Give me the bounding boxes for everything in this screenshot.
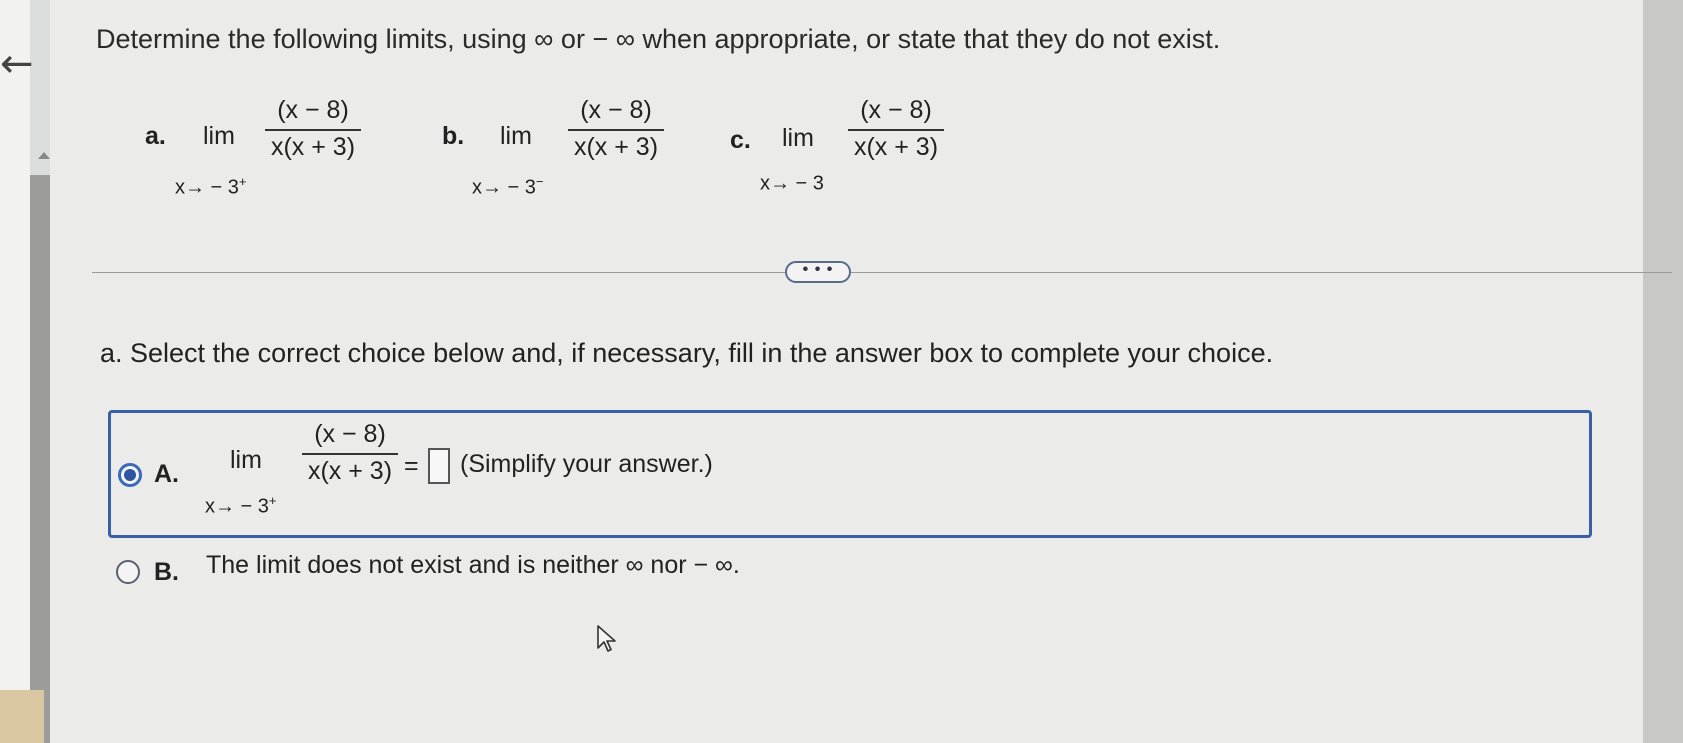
fraction: (x − 8) x(x + 3) — [568, 96, 664, 162]
denominator: x(x + 3) — [270, 133, 356, 161]
fraction: (x − 8) x(x + 3) — [265, 96, 361, 162]
lim-subscript: x→ − 3+ — [175, 174, 247, 199]
lim-word: lim — [500, 122, 532, 150]
numerator: (x − 8) — [580, 96, 652, 124]
section-divider — [92, 272, 1672, 273]
numerator: (x − 8) — [860, 96, 932, 124]
part-a-prompt: a. Select the correct choice below and, … — [100, 338, 1274, 368]
left-gutter — [0, 0, 30, 743]
denominator: x(x + 3) — [307, 457, 393, 485]
expand-more-button[interactable]: • • • — [785, 261, 851, 283]
fraction: (x − 8) x(x + 3) — [302, 420, 398, 486]
scrollbar-track[interactable] — [30, 175, 50, 743]
mouse-pointer-icon — [597, 625, 616, 652]
simplify-hint: (Simplify your answer.) — [460, 450, 713, 478]
lim-word: lim — [782, 124, 814, 152]
scroll-up-icon[interactable] — [38, 152, 50, 159]
lim-subscript: x→ − 3− — [472, 174, 544, 199]
problem-label: c. — [730, 126, 751, 154]
problem-c: c. lim x→ − 3 (x − 8) x(x + 3) — [730, 96, 970, 195]
denominator: x(x + 3) — [573, 133, 659, 161]
fraction: (x − 8) x(x + 3) — [848, 96, 944, 162]
question-instruction: Determine the following limits, using ∞ … — [96, 24, 1221, 54]
choice-b-letter: B. — [154, 558, 179, 586]
question-panel: Determine the following limits, using ∞ … — [50, 0, 1672, 743]
lim-word: lim — [230, 446, 262, 474]
problem-label: b. — [442, 122, 465, 150]
problem-label: a. — [145, 122, 166, 150]
choice-b-text: The limit does not exist and is neither … — [206, 551, 740, 579]
lim-subscript: x→ − 3 — [760, 172, 824, 195]
scrollbar-bottom-strip — [0, 690, 44, 743]
answer-input-box[interactable] — [428, 448, 450, 484]
choice-a-letter: A. — [154, 460, 179, 488]
lim-subscript: x→ − 3+ — [205, 493, 277, 518]
numerator: (x − 8) — [314, 420, 386, 448]
back-arrow-icon[interactable]: ← — [0, 44, 40, 84]
numerator: (x − 8) — [277, 96, 349, 124]
choice-a-radio[interactable] — [118, 463, 142, 487]
lim-word: lim — [203, 122, 235, 150]
equals-sign: = — [404, 452, 419, 480]
right-edge — [1643, 0, 1683, 743]
problem-a: a. lim x→ − 3+ (x − 8) x(x + 3) — [145, 96, 385, 199]
problem-b: b. lim x→ − 3− (x − 8) x(x + 3) — [442, 96, 682, 199]
denominator: x(x + 3) — [853, 133, 939, 161]
choice-b-radio[interactable] — [116, 560, 140, 584]
